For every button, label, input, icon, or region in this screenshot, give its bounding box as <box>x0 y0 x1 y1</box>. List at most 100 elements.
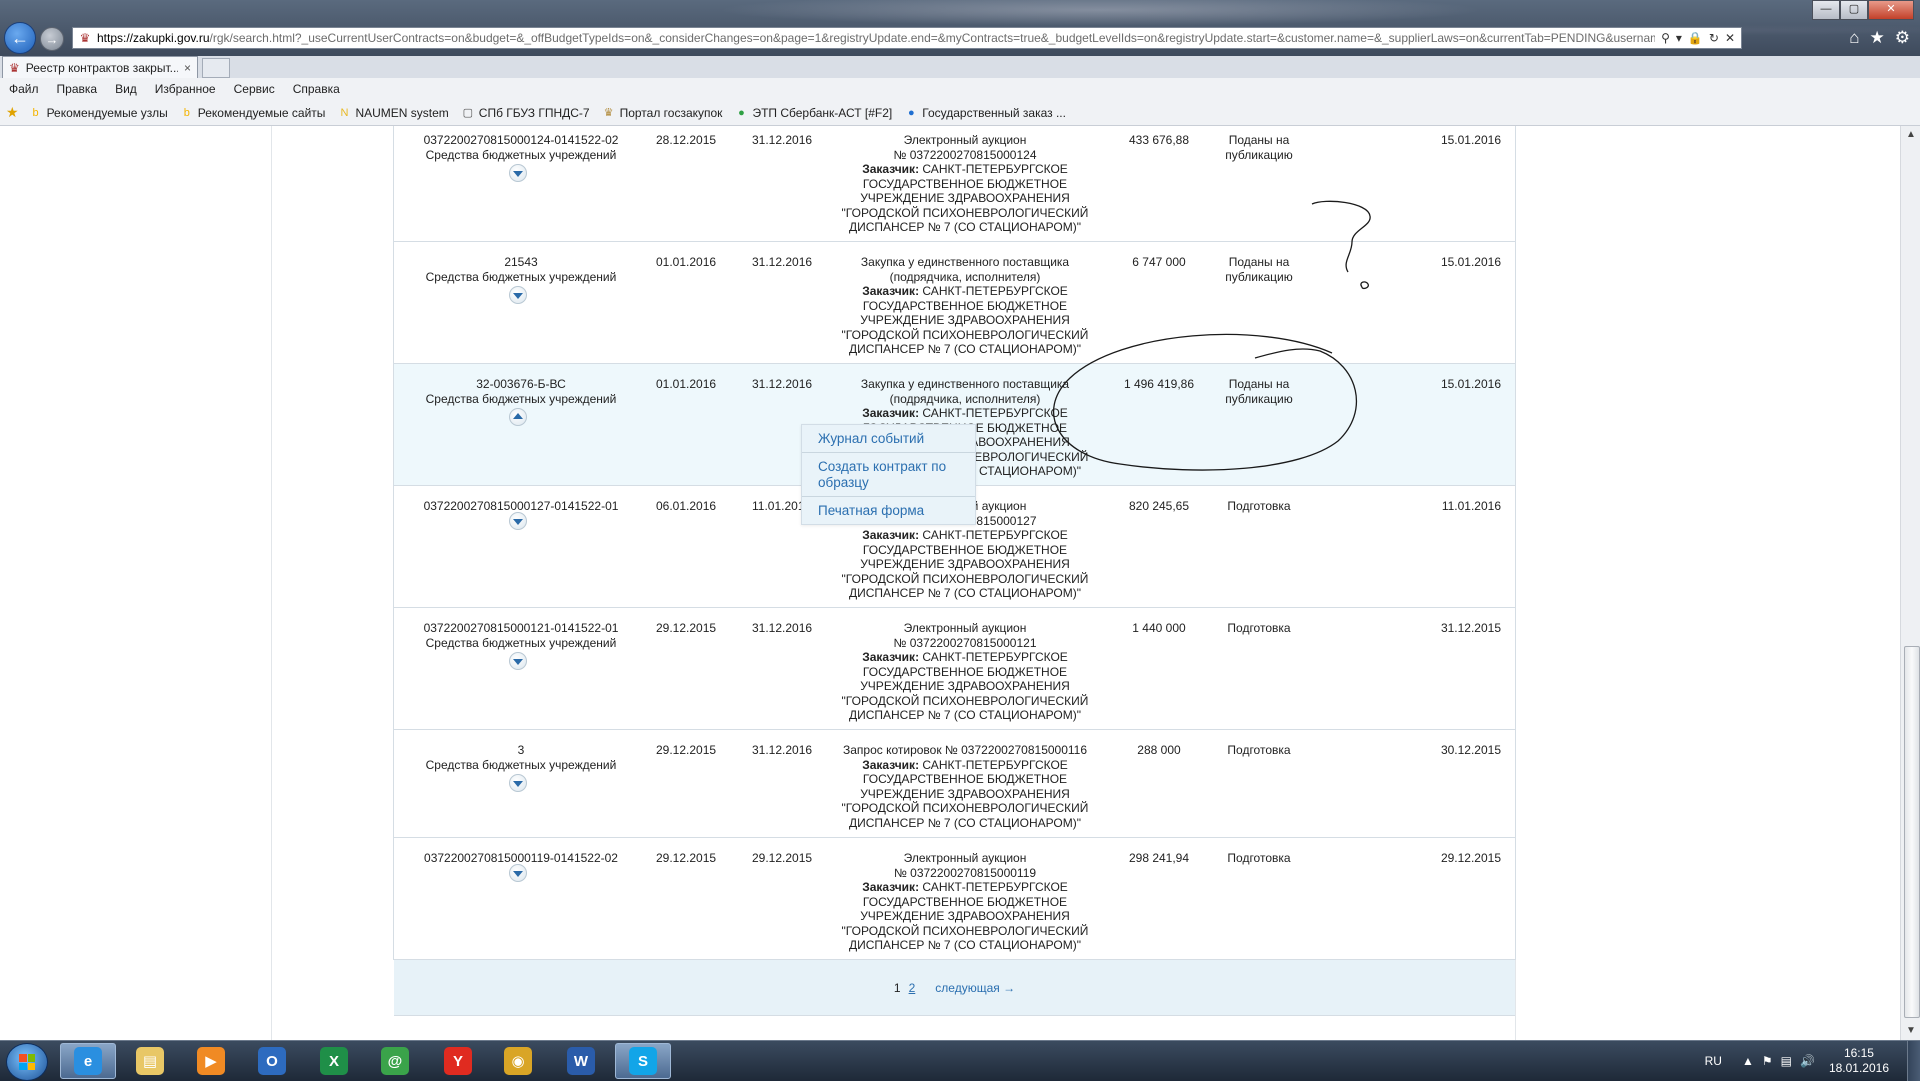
tab-label: Реестр контрактов закрыт... <box>25 60 178 75</box>
action-center-flag-icon[interactable]: ⚑ <box>1762 1054 1773 1068</box>
taskbar-media-player-button[interactable]: ▶ <box>183 1043 239 1079</box>
expand-toggle-icon[interactable] <box>509 774 527 792</box>
contract-status: Подготовка <box>1227 499 1291 513</box>
menu-print-form[interactable]: Печатная форма <box>802 497 975 524</box>
folder-icon: ▤ <box>136 1047 164 1075</box>
favorite-label: Рекомендуемые узлы <box>46 105 168 120</box>
maximize-button[interactable]: ▢ <box>1840 0 1868 20</box>
taskbar-skype-button[interactable]: S <box>615 1043 671 1079</box>
volume-icon[interactable]: 🔊 <box>1800 1054 1815 1068</box>
taskbar-yandex-button[interactable]: Y <box>430 1043 486 1079</box>
customer-label: Заказчик: <box>862 757 920 772</box>
language-indicator[interactable]: RU <box>1705 1054 1722 1068</box>
address-bar[interactable]: ♛ https://zakupki.gov.ru/rgk/search.html… <box>72 27 1742 49</box>
funding-source: Средства бюджетных учреждений <box>425 757 617 772</box>
table-row: 21543 Средства бюджетных учреждений 01.01.… <box>394 242 1515 364</box>
expand-toggle-icon[interactable] <box>509 864 527 882</box>
skype-icon: S <box>629 1047 657 1075</box>
network-icon[interactable]: ▤ <box>1781 1054 1792 1068</box>
taskbar-chrome-button[interactable]: ◉ <box>490 1043 546 1079</box>
back-button[interactable]: ← <box>4 22 36 54</box>
menu-create-from-template[interactable]: Создать контракт по образцу <box>802 453 975 497</box>
table-row: 0372200270815000124-0141522-02 Средства б… <box>394 126 1515 242</box>
favorites-star-icon[interactable]: ★ <box>6 104 19 121</box>
favorite-link[interactable]: ♛ Портал госзакупок <box>596 106 729 120</box>
page-link-1[interactable]: 1 <box>894 981 901 995</box>
table-row: 0372200270815000121-0141522-01 Средства б… <box>394 608 1515 730</box>
refresh-icon[interactable]: ↻ <box>1709 31 1719 45</box>
favorite-link[interactable]: ● ЭТП Сбербанк-АСТ [#F2] <box>728 106 898 120</box>
procurement-cell: Запрос котировок № 0372200270815000116 За… <box>824 743 1106 830</box>
menu-view[interactable]: Вид <box>106 82 146 96</box>
play-icon: ▶ <box>197 1047 225 1075</box>
menu-tools[interactable]: Сервис <box>225 82 284 96</box>
home-icon[interactable]: ⌂ <box>1849 28 1859 48</box>
collapse-toggle-icon[interactable] <box>509 408 527 426</box>
minimize-button[interactable]: — <box>1812 0 1840 20</box>
customer-info: Заказчик: САНКТ-ПЕТЕРБУРГСКОЕ ГОСУДАРСТВ… <box>824 758 1106 831</box>
page-link-2[interactable]: 2 <box>909 981 916 995</box>
customer-info: Заказчик: САНКТ-ПЕТЕРБУРГСКОЕ ГОСУДАРСТВ… <box>824 162 1106 235</box>
menu-event-log[interactable]: Журнал событий <box>802 425 975 453</box>
contract-number: 32-003676-Б-ВС <box>476 377 566 391</box>
vertical-scrollbar[interactable]: ▲ ▼ <box>1900 126 1920 1040</box>
scroll-thumb[interactable] <box>1904 646 1920 1018</box>
taskbar-mail-agent-button[interactable]: @ <box>367 1043 423 1079</box>
expand-toggle-icon[interactable] <box>509 652 527 670</box>
lock-icon[interactable]: 🔒 <box>1688 31 1703 45</box>
scroll-up-arrow-icon[interactable]: ▲ <box>1901 126 1920 144</box>
favorite-link[interactable]: b Рекомендуемые узлы <box>23 106 174 120</box>
menu-file[interactable]: Файл <box>0 82 48 96</box>
mail-agent-icon: @ <box>381 1047 409 1075</box>
taskbar-explorer-button[interactable]: ▤ <box>122 1043 178 1079</box>
bing-icon: b <box>32 106 39 119</box>
favorite-link[interactable]: ● Государственный заказ ... <box>898 106 1072 120</box>
procurement-method: Электронный аукцион <box>903 851 1027 865</box>
new-tab-button[interactable] <box>202 58 230 78</box>
customer-label: Заказчик: <box>862 880 920 894</box>
taskbar-outlook-button[interactable]: O <box>244 1043 300 1079</box>
site-emblem-icon: ♛ <box>79 31 91 45</box>
windows-taskbar: e ▤ ▶ O X @ Y ◉ W S RU ▲ ⚑ ▤ 🔊 16:15 18.01.2016 <box>0 1040 1920 1081</box>
tab-close-icon[interactable]: × <box>184 61 191 75</box>
search-icon[interactable]: ⚲ <box>1661 31 1670 45</box>
favorite-link[interactable]: N NAUMEN system <box>331 106 454 120</box>
expand-toggle-icon[interactable] <box>509 286 527 304</box>
expand-toggle-icon[interactable] <box>509 512 527 530</box>
procurement-number: № 0372200270815000124 <box>893 147 1037 162</box>
menu-favorites[interactable]: Избранное <box>146 82 225 96</box>
forward-button[interactable]: → <box>40 27 64 51</box>
taskbar-excel-button[interactable]: X <box>306 1043 362 1079</box>
next-page-link[interactable]: следующая → <box>935 981 1015 995</box>
expand-toggle-icon[interactable] <box>509 164 527 182</box>
tab-contracts-registry[interactable]: ♛ Реестр контрактов закрыт... × <box>2 56 198 78</box>
procurement-method: Запрос котировок № 0372200270815000116 <box>842 743 1088 757</box>
stop-icon[interactable]: ✕ <box>1725 31 1735 45</box>
show-desktop-button[interactable] <box>1907 1041 1920 1081</box>
favorites-star-icon[interactable]: ★ <box>1870 28 1885 48</box>
url-path: /rgk/search.html?_useCurrentUserContract… <box>209 31 1656 45</box>
funding-source: Средства бюджетных учреждений <box>425 147 617 162</box>
favorites-bar: ★ b Рекомендуемые узлы b Рекомендуемые сайт… <box>0 100 1920 126</box>
favorite-link[interactable]: b Рекомендуемые сайты <box>174 106 332 120</box>
tray-icons: ▲ ⚑ ▤ 🔊 <box>1742 1054 1815 1068</box>
settings-gear-icon[interactable]: ⚙ <box>1895 28 1910 48</box>
url-text[interactable]: https://zakupki.gov.ru/rgk/search.html?_… <box>97 31 1655 45</box>
procurement-method: Электронный аукцион <box>903 621 1027 635</box>
dropdown-icon[interactable]: ▾ <box>1676 31 1682 45</box>
taskbar-ie-button[interactable]: e <box>60 1043 116 1079</box>
tray-expand-icon[interactable]: ▲ <box>1742 1054 1754 1068</box>
menu-help[interactable]: Справка <box>284 82 349 96</box>
start-button[interactable] <box>6 1043 48 1081</box>
taskbar-word-button[interactable]: W <box>553 1043 609 1079</box>
menu-edit[interactable]: Правка <box>48 82 107 96</box>
system-clock[interactable]: 16:15 18.01.2016 <box>1829 1046 1889 1076</box>
scroll-down-arrow-icon[interactable]: ▼ <box>1901 1022 1920 1040</box>
favorite-link[interactable]: ▢ СПб ГБУЗ ГПНДС-7 <box>455 106 596 120</box>
contract-number-cell: 21543 Средства бюджетных учреждений <box>410 255 632 284</box>
close-window-button[interactable]: ✕ <box>1868 0 1914 20</box>
contract-number-cell: 0372200270815000119-0141522-02 <box>410 851 632 866</box>
update-date: 11.01.2016 <box>1441 499 1501 513</box>
favorite-label: Государственный заказ ... <box>922 105 1066 120</box>
favorite-label: Портал госзакупок <box>619 105 723 120</box>
